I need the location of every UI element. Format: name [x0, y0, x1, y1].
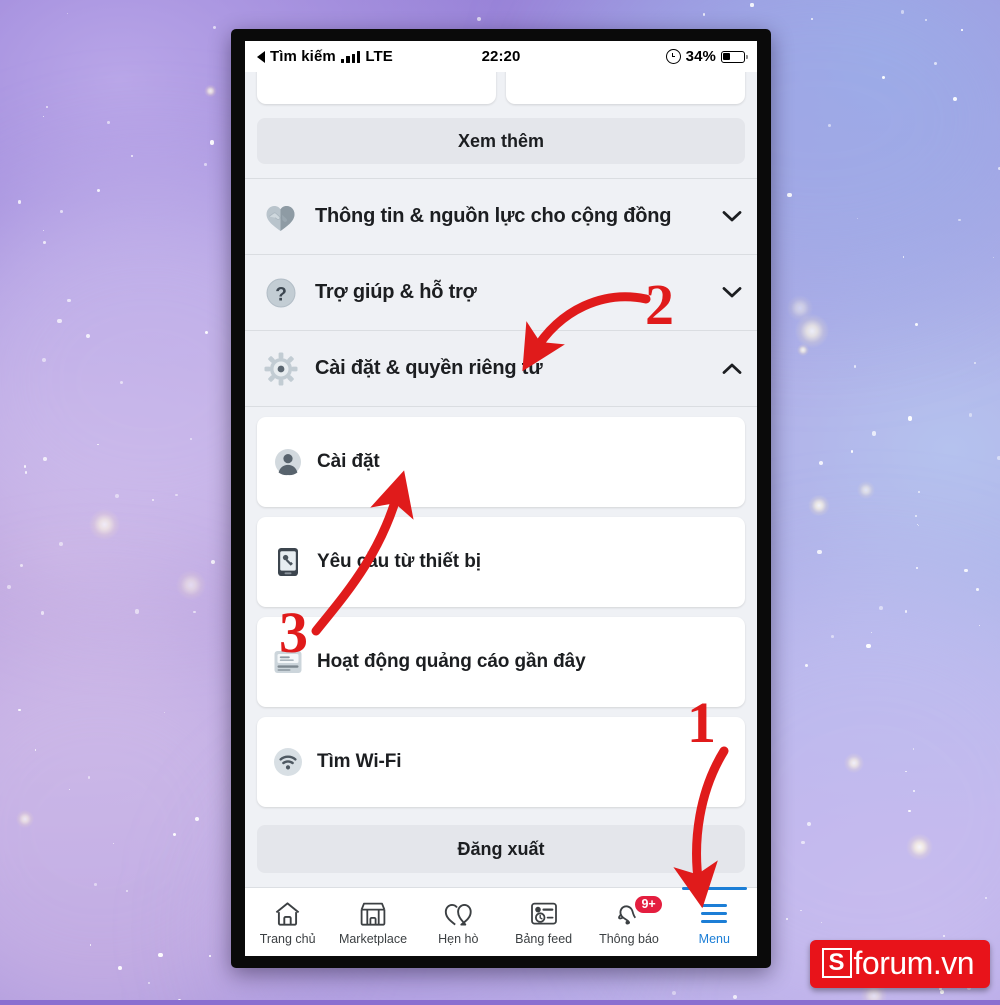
tab-label: Trang chủ: [259, 931, 316, 946]
gear-icon: [259, 347, 303, 391]
menu-card-settings[interactable]: Cài đặt: [257, 417, 745, 507]
accordion-label: Cài đặt & quyền riêng tư: [315, 356, 543, 379]
storefront-icon: [359, 899, 387, 929]
alarm-clock-icon: [665, 49, 681, 64]
top-shortcut-card[interactable]: [257, 72, 496, 104]
top-shortcut-row: Chơi game: [245, 72, 757, 104]
chevron-down-icon[interactable]: [721, 210, 743, 223]
watermark-text: forum.vn: [853, 945, 975, 981]
dating-heart-icon: [444, 899, 473, 929]
bell-icon: 9+: [615, 893, 664, 929]
menu-card-find-wifi[interactable]: Tìm Wi-Fi: [257, 717, 745, 807]
wifi-icon: [273, 747, 303, 777]
question-mark-icon: ?: [259, 271, 303, 315]
tab-label: Bảng feed: [515, 931, 573, 946]
tab-marketplace[interactable]: Marketplace: [330, 888, 415, 956]
active-tab-indicator: [681, 887, 747, 890]
account-avatar-icon: [273, 447, 303, 477]
settings-menu-card-list: Cài đặt Yêu cầu từ thiết bị Hoạt động qu…: [245, 407, 757, 807]
accordion-label: Trợ giúp & hỗ trợ: [315, 280, 477, 303]
sforum-watermark: S forum.vn: [809, 940, 990, 988]
bottom-tab-bar: Trang chủ Marketplace Hẹn hò Bảng feed 9…: [245, 887, 757, 956]
accordion-row-settings-privacy[interactable]: Cài đặt & quyền riêng tư: [245, 331, 757, 407]
tab-label: Marketplace: [338, 931, 408, 946]
menu-card-label: Cài đặt: [317, 451, 380, 472]
see-more-label: Xem thêm: [457, 130, 545, 151]
logout-label: Đăng xuất: [457, 838, 545, 859]
menu-card-recent-ad-activity[interactable]: Hoạt động quảng cáo gần đây: [257, 617, 745, 707]
battery-icon: [721, 50, 748, 63]
logout-button[interactable]: Đăng xuất: [257, 825, 745, 873]
tab-notifications[interactable]: 9+ Thông báo: [586, 888, 671, 956]
menu-card-device-requests[interactable]: Yêu cầu từ thiết bị: [257, 517, 745, 607]
phone-key-icon: [273, 547, 303, 577]
chevron-up-icon[interactable]: [721, 362, 743, 375]
menu-card-label: Tìm Wi-Fi: [317, 751, 402, 772]
tab-menu[interactable]: Menu: [672, 887, 757, 956]
tab-dating[interactable]: Hẹn hò: [416, 888, 501, 956]
top-shortcut-card[interactable]: Chơi game: [506, 72, 745, 104]
tab-home[interactable]: Trang chủ: [245, 888, 330, 956]
accordion-row-help[interactable]: ? Trợ giúp & hỗ trợ: [245, 255, 757, 331]
menu-scroll-content[interactable]: Chơi game Xem thêm Thông tin & nguồn l: [245, 72, 757, 887]
status-network-label: LTE: [365, 48, 393, 65]
status-left: Tìm kiếm LTE: [257, 48, 393, 65]
accordion-row-community[interactable]: Thông tin & nguồn lực cho cộng đồng: [245, 179, 757, 255]
accordion-label: Thông tin & nguồn lực cho cộng đồng: [315, 204, 672, 227]
status-bar: Tìm kiếm LTE 22:20 34%: [245, 41, 757, 72]
see-more-button[interactable]: Xem thêm: [257, 118, 745, 164]
handshake-heart-icon: [259, 195, 303, 239]
hamburger-menu-icon: [701, 899, 728, 929]
news-feed-icon: [530, 899, 558, 929]
menu-card-label: Hoạt động quảng cáo gần đây: [317, 651, 586, 672]
tab-news-feed[interactable]: Bảng feed: [501, 888, 586, 956]
status-right: 34%: [665, 48, 748, 65]
tab-label: Thông báo: [599, 931, 659, 946]
tab-label: Hẹn hò: [438, 931, 479, 946]
signal-bars-icon: [340, 50, 361, 63]
back-arrow-icon[interactable]: [257, 50, 265, 63]
home-icon: [274, 899, 301, 929]
tab-label: Menu: [698, 931, 730, 946]
notification-badge: 9+: [633, 893, 664, 915]
chevron-down-icon[interactable]: [721, 286, 743, 299]
ad-activity-icon: [273, 647, 303, 677]
status-battery-label: 34%: [685, 48, 716, 65]
watermark-logo-mark: S: [821, 948, 852, 978]
menu-card-label: Yêu cầu từ thiết bị: [317, 551, 481, 572]
phone-screen: Tìm kiếm LTE 22:20 34% Chơi game: [245, 41, 757, 956]
svg-text:?: ?: [275, 284, 287, 305]
status-back-label[interactable]: Tìm kiếm: [270, 48, 336, 65]
phone-frame: Tìm kiếm LTE 22:20 34% Chơi game: [231, 29, 771, 968]
